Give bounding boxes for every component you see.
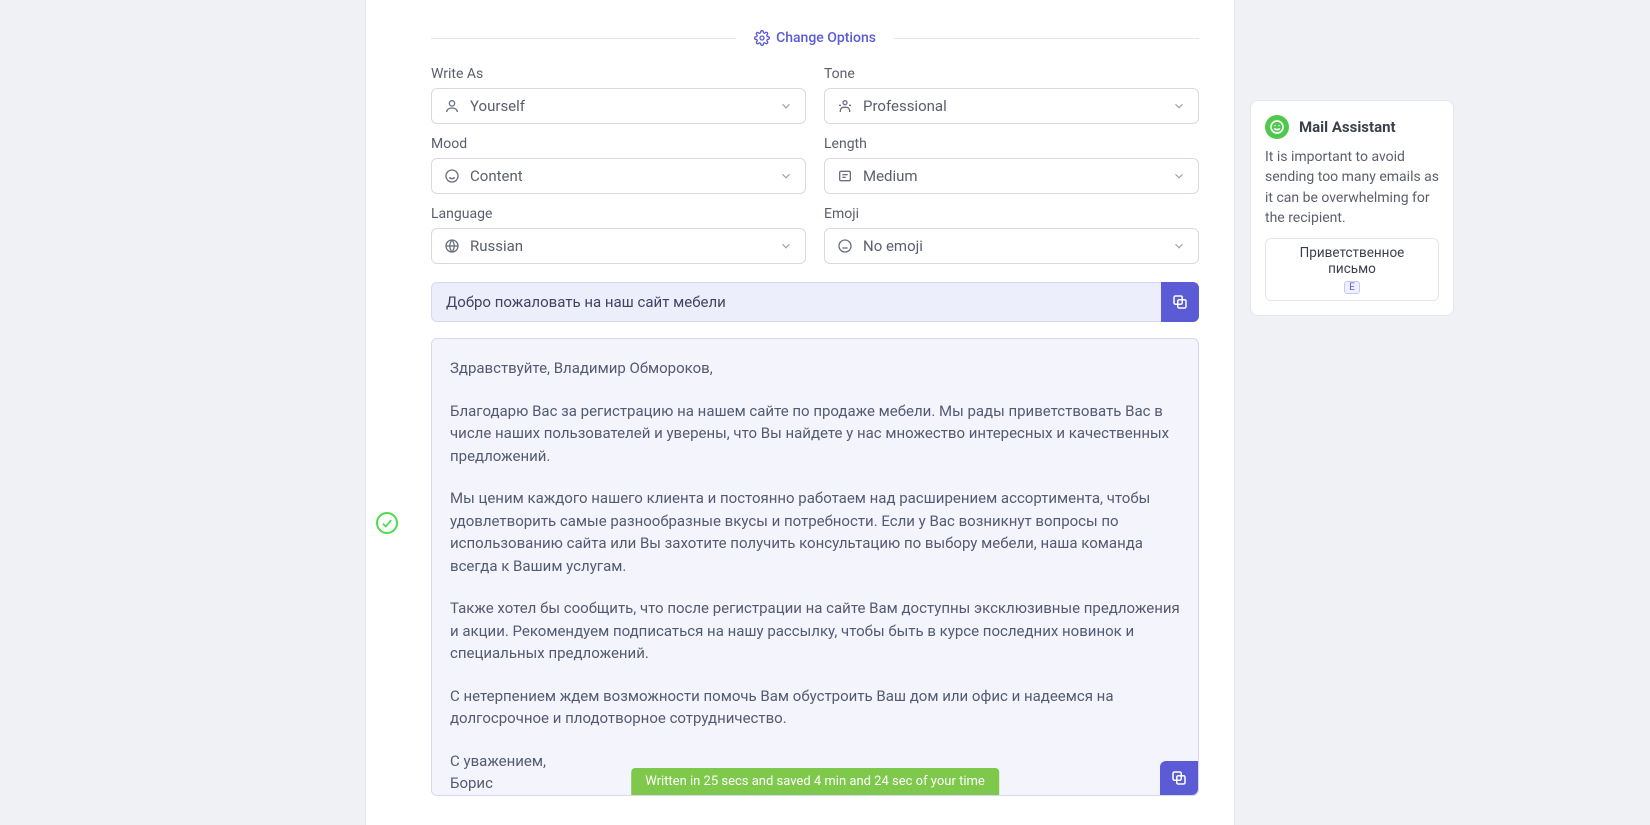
mood-select[interactable]: Content	[431, 158, 806, 194]
language-label: Language	[431, 206, 806, 222]
language-select[interactable]: Russian	[431, 228, 806, 264]
chevron-down-icon	[1172, 169, 1186, 183]
email-subject[interactable]: Добро пожаловать на наш сайт мебели	[431, 282, 1161, 322]
person-icon	[444, 98, 460, 114]
smile-icon	[444, 168, 460, 184]
copy-body-button[interactable]	[1160, 761, 1198, 795]
content-area: Change Options Write As Yourself Tone	[366, 0, 1234, 796]
copy-subject-button[interactable]	[1161, 282, 1199, 322]
assistant-icon	[1265, 115, 1289, 139]
language-value: Russian	[470, 237, 523, 255]
tone-value: Professional	[863, 97, 947, 115]
main-panel: Change Options Write As Yourself Tone	[365, 0, 1235, 825]
length-field: Length Medium	[824, 136, 1199, 194]
email-paragraph-4: С нетерпением ждем возможности помочь Ва…	[450, 685, 1180, 730]
tone-select[interactable]: Professional	[824, 88, 1199, 124]
email-paragraph-3: Также хотел бы сообщить, что после регис…	[450, 597, 1180, 665]
step-complete-indicator	[376, 512, 398, 534]
change-options-divider: Change Options	[431, 0, 1199, 66]
mood-label: Mood	[431, 136, 806, 152]
length-select[interactable]: Medium	[824, 158, 1199, 194]
write-as-value: Yourself	[470, 97, 525, 115]
globe-icon	[444, 238, 460, 254]
emoji-label: Emoji	[824, 206, 1199, 222]
emoji-value: No emoji	[863, 237, 923, 255]
assistant-tip: It is important to avoid sending too man…	[1265, 147, 1439, 228]
email-greeting: Здравствуйте, Владимир Обмороков,	[450, 357, 1180, 380]
tone-field: Tone Professional	[824, 66, 1199, 124]
mood-value: Content	[470, 167, 523, 185]
mood-field: Mood Content	[431, 136, 806, 194]
assistant-chip-badge: E	[1344, 281, 1360, 294]
chevron-down-icon	[1172, 239, 1186, 253]
language-field: Language Russian	[431, 206, 806, 264]
subject-bar: Добро пожаловать на наш сайт мебели	[431, 282, 1199, 322]
email-paragraph-2: Мы ценим каждого нашего клиента и постоя…	[450, 487, 1180, 577]
assistant-title: Mail Assistant	[1299, 118, 1396, 136]
options-grid: Write As Yourself Tone Pr	[431, 66, 1199, 264]
emoji-select[interactable]: No emoji	[824, 228, 1199, 264]
tone-label: Tone	[824, 66, 1199, 82]
write-as-select[interactable]: Yourself	[431, 88, 806, 124]
mail-assistant-card: Mail Assistant It is important to avoid …	[1250, 100, 1454, 316]
assistant-chip[interactable]: Приветственное письмо E	[1265, 238, 1439, 301]
copy-icon	[1170, 769, 1188, 787]
chevron-down-icon	[779, 169, 793, 183]
change-options-link[interactable]: Change Options	[744, 30, 886, 46]
chevron-down-icon	[779, 239, 793, 253]
copy-icon	[1171, 293, 1189, 311]
write-as-label: Write As	[431, 66, 806, 82]
briefcase-icon	[837, 98, 853, 114]
chevron-down-icon	[1172, 99, 1186, 113]
length-label: Length	[824, 136, 1199, 152]
lines-icon	[837, 168, 853, 184]
assistant-chip-label: Приветственное письмо	[1300, 245, 1405, 277]
email-paragraph-1: Благодарю Вас за регистрацию на нашем са…	[450, 400, 1180, 468]
email-body[interactable]: Здравствуйте, Владимир Обмороков, Благод…	[431, 338, 1199, 796]
length-value: Medium	[863, 167, 918, 185]
emoji-field: Emoji No emoji	[824, 206, 1199, 264]
generation-stats: Written in 25 secs and saved 4 min and 2…	[631, 768, 999, 796]
neutral-face-icon	[837, 238, 853, 254]
change-options-label: Change Options	[776, 30, 876, 46]
check-icon	[380, 516, 394, 530]
gear-icon	[754, 30, 770, 46]
chevron-down-icon	[779, 99, 793, 113]
assistant-header: Mail Assistant	[1265, 115, 1439, 139]
write-as-field: Write As Yourself	[431, 66, 806, 124]
